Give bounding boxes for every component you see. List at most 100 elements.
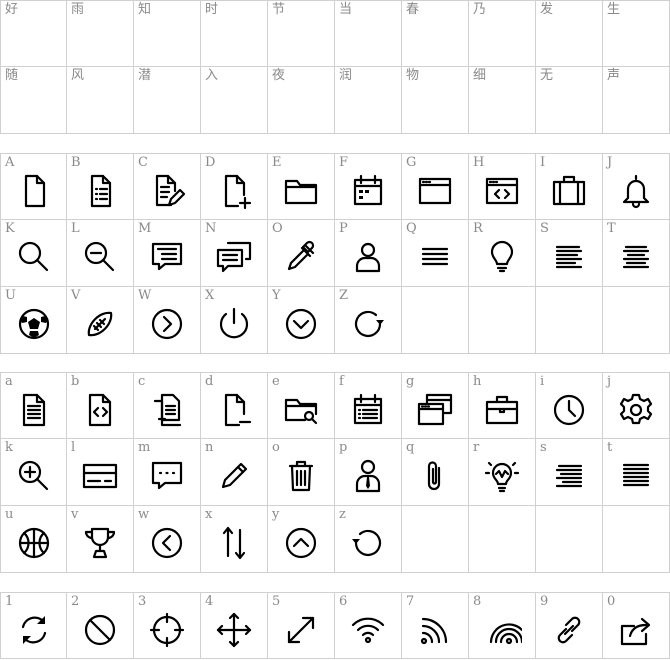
glyph-key-label: d <box>205 374 214 389</box>
upper-cell: U <box>0 287 67 354</box>
lower-cell: e <box>268 372 335 439</box>
glyph-key-label: h <box>473 374 482 389</box>
glyph-key-label: s <box>540 440 547 455</box>
upper-cell: Z <box>335 287 402 354</box>
chinese-cell: 春 <box>402 0 469 67</box>
chinese-cell: 潜 <box>134 67 201 134</box>
lower-cell: b <box>67 372 134 439</box>
upper-cell: B <box>67 153 134 220</box>
resize-diagonal-icon <box>281 610 321 650</box>
redo-icon <box>348 304 388 344</box>
glyph-key-label: I <box>540 155 546 170</box>
glyph-key-label: m <box>138 440 151 455</box>
glyph-key-label: D <box>205 155 216 170</box>
glyph-key-label: w <box>138 507 150 522</box>
uppercase-glyph-grid: A B C D E F G H I J K L M N O P Q R S T U V W X Y Z <box>0 153 670 354</box>
businessman-icon <box>348 456 388 496</box>
glyph-key-label: v <box>71 507 79 522</box>
glyph-key-label: y <box>272 507 280 522</box>
messages-icon <box>214 237 254 277</box>
glyph-key-label: r <box>473 440 480 455</box>
lower-cell <box>536 506 603 573</box>
basketball-icon <box>14 523 54 563</box>
clock-icon <box>549 390 589 430</box>
upper-cell: X <box>201 287 268 354</box>
lower-cell: k <box>0 439 67 506</box>
chinese-cell: 风 <box>67 67 134 134</box>
code-window-icon <box>482 171 522 211</box>
share-icon <box>616 610 656 650</box>
glyph-key-label: e <box>272 374 280 389</box>
lower-cell: t <box>603 439 670 506</box>
upper-cell <box>469 287 536 354</box>
chinese-cell: 好 <box>0 0 67 67</box>
glyph-key-label: 生 <box>607 2 621 17</box>
chinese-cell: 夜 <box>268 67 335 134</box>
lower-cell <box>603 506 670 573</box>
digits-cell: 5 <box>268 592 335 659</box>
glyph-key-label: 3 <box>138 594 147 609</box>
glyph-key-label: u <box>5 507 14 522</box>
glyph-key-label: P <box>339 221 348 236</box>
chinese-cell: 细 <box>469 67 536 134</box>
glyph-key-label: C <box>138 155 148 170</box>
digits-cell: 6 <box>335 592 402 659</box>
undo-icon <box>348 523 388 563</box>
glyph-key-label: W <box>138 288 152 303</box>
glyph-key-label: g <box>406 374 415 389</box>
upper-cell: T <box>603 220 670 287</box>
glyph-key-label: 节 <box>272 2 286 17</box>
chevron-up-circle-icon <box>281 523 321 563</box>
trophy-icon <box>80 523 120 563</box>
align-left-icon <box>549 237 589 277</box>
glyph-key-label: 0 <box>607 594 616 609</box>
lower-cell: r <box>469 439 536 506</box>
glyph-key-label: j <box>607 374 612 389</box>
glyph-key-label: O <box>272 221 283 236</box>
document-icon <box>14 171 54 211</box>
chinese-cell: 入 <box>201 67 268 134</box>
glyph-key-label: 好 <box>5 2 19 17</box>
document-remove-icon <box>214 390 254 430</box>
document-text-icon <box>14 390 54 430</box>
glyph-key-label: l <box>71 440 76 455</box>
chinese-cell: 时 <box>201 0 268 67</box>
glyph-key-label: R <box>473 221 483 236</box>
lower-cell <box>469 506 536 573</box>
lower-cell: a <box>0 372 67 439</box>
glyph-key-label: B <box>71 155 81 170</box>
signal-icon <box>415 610 455 650</box>
chinese-cell: 知 <box>134 0 201 67</box>
glyph-key-label: 6 <box>339 594 348 609</box>
lower-cell: s <box>536 439 603 506</box>
lower-cell: n <box>201 439 268 506</box>
lower-cell: o <box>268 439 335 506</box>
lower-cell: c <box>134 372 201 439</box>
upper-cell: O <box>268 220 335 287</box>
upper-cell: E <box>268 153 335 220</box>
digits-cell: 3 <box>134 592 201 659</box>
digits-cell: 2 <box>67 592 134 659</box>
toolbox-icon <box>482 390 522 430</box>
pencil-icon <box>214 456 254 496</box>
upper-cell: A <box>0 153 67 220</box>
upper-cell: W <box>134 287 201 354</box>
justify-icon <box>616 456 656 496</box>
glyph-key-label: 风 <box>71 68 85 83</box>
lower-cell: p <box>335 439 402 506</box>
credit-card-icon <box>80 456 120 496</box>
zoom-out-icon <box>80 237 120 277</box>
upper-cell <box>536 287 603 354</box>
lightbulb-icon <box>482 237 522 277</box>
digits-cell: 1 <box>0 592 67 659</box>
glyph-key-label: z <box>339 507 346 522</box>
chinese-cell: 雨 <box>67 0 134 67</box>
chinese-cell: 无 <box>536 67 603 134</box>
upper-cell: N <box>201 220 268 287</box>
glyph-key-label: c <box>138 374 146 389</box>
lower-cell: y <box>268 506 335 573</box>
document-add-icon <box>214 171 254 211</box>
calendar-list-icon <box>348 390 388 430</box>
code-file-icon <box>80 390 120 430</box>
glyph-key-label: X <box>205 288 215 303</box>
